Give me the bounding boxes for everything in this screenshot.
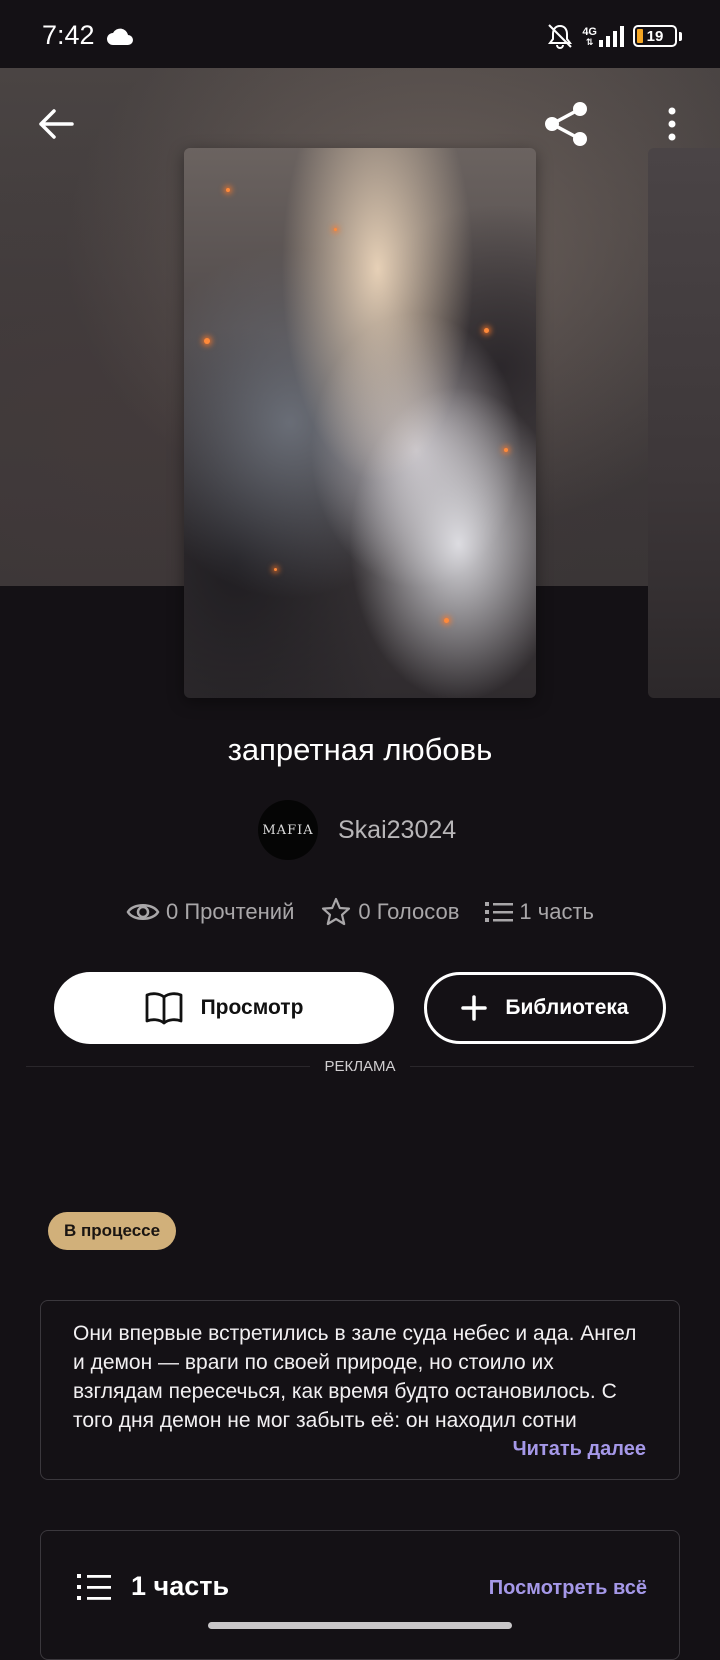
- ad-separator: РЕКЛАМА: [26, 1057, 695, 1075]
- network-indicator: 4G ⇅: [582, 25, 625, 47]
- back-button[interactable]: [32, 100, 80, 148]
- parts-section: 1 часть Посмотреть всё: [40, 1530, 680, 1660]
- plus-icon: [461, 995, 488, 1021]
- story-title: запретная любовь: [227, 732, 493, 767]
- share-button[interactable]: [542, 100, 590, 148]
- story-cover[interactable]: [184, 148, 536, 698]
- story-stats: 0 Прочтений 0 Голосов 1 часть: [0, 896, 720, 928]
- reads-count: 0 Прочтений: [165, 899, 295, 924]
- parts-title: 1 часть: [131, 1571, 230, 1601]
- home-indicator[interactable]: [208, 1622, 512, 1629]
- read-button-label: Просмотр: [200, 996, 304, 1019]
- next-story-cover[interactable]: [648, 148, 720, 698]
- eye-icon: [126, 904, 160, 920]
- arrow-left-icon: [39, 109, 74, 139]
- author-row[interactable]: MAFIA Skai23024: [258, 800, 456, 860]
- signal-icon: [599, 26, 624, 47]
- battery-tip: [679, 31, 682, 41]
- description-box[interactable]: Они впервые встретились в зале суда небе…: [40, 1300, 680, 1480]
- list-icon: [77, 1573, 111, 1600]
- add-to-library-button[interactable]: Библиотека: [424, 972, 666, 1044]
- reads-stat: 0 Прочтений: [126, 899, 294, 925]
- story-description: Они впервые встретились в зале суда небе…: [73, 1322, 637, 1432]
- cloud-icon: [107, 28, 133, 45]
- read-button[interactable]: Просмотр: [54, 972, 394, 1044]
- library-button-label: Библиотека: [505, 996, 629, 1019]
- book-open-icon: [145, 992, 182, 1025]
- parts-header: 1 часть: [77, 1571, 229, 1602]
- status-badge: В процессе: [48, 1212, 177, 1250]
- status-bar: 7:42 4G ⇅ 19: [0, 0, 720, 68]
- author-avatar[interactable]: MAFIA: [258, 800, 318, 860]
- share-icon: [545, 102, 587, 146]
- more-options-button[interactable]: [648, 100, 696, 148]
- star-icon: [322, 897, 351, 926]
- status-time: 7:42: [42, 20, 95, 50]
- ad-label: РЕКЛАМА: [324, 1057, 396, 1075]
- read-more-link[interactable]: Читать далее: [513, 1438, 646, 1461]
- network-type: 4G: [582, 26, 597, 38]
- parts-stat: 1 часть: [485, 899, 594, 925]
- status-icons: 4G ⇅ 19: [546, 22, 682, 50]
- see-all-link[interactable]: Посмотреть всё: [489, 1577, 647, 1600]
- votes-count: 0 Голосов: [358, 899, 460, 924]
- battery-icon: 19: [633, 25, 677, 47]
- list-icon: [485, 902, 514, 922]
- votes-stat: 0 Голосов: [320, 896, 459, 928]
- author-name[interactable]: Skai23024: [338, 816, 456, 845]
- parts-count: 1 часть: [519, 899, 595, 924]
- bell-off-icon: [548, 24, 573, 49]
- more-vertical-icon: [668, 107, 676, 141]
- battery-level: 19: [646, 27, 664, 45]
